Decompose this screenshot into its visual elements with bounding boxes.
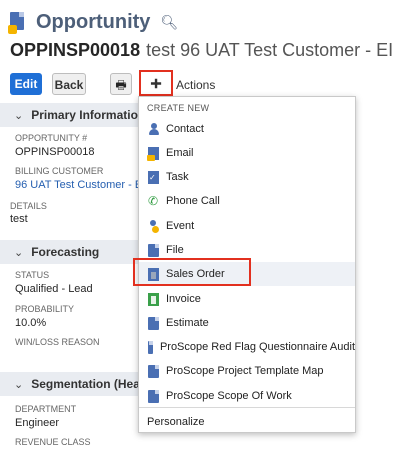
page-title: Opportunity bbox=[36, 10, 151, 33]
menu-divider bbox=[139, 407, 355, 408]
field-value: Qualified - Lead bbox=[15, 283, 93, 295]
menu-item-label: Estimate bbox=[166, 317, 209, 329]
menu-item-label: Invoice bbox=[166, 293, 201, 305]
create-new-button[interactable]: ➕︎ bbox=[139, 70, 173, 96]
section-title: Primary Information bbox=[31, 108, 146, 122]
menu-item-invoice[interactable]: Invoice bbox=[139, 287, 355, 311]
file-icon bbox=[148, 243, 159, 257]
menu-item-task[interactable]: Task bbox=[139, 165, 355, 189]
menu-item-label: Task bbox=[166, 171, 189, 183]
menu-item-label: Phone Call bbox=[166, 195, 220, 207]
field-label: BILLING CUSTOMER bbox=[15, 166, 104, 176]
menu-item-email[interactable]: Email bbox=[139, 141, 355, 165]
menu-item-label: File bbox=[166, 244, 184, 256]
billing-customer-link[interactable]: 96 UAT Test Customer - EM bbox=[15, 179, 151, 191]
estimate-icon bbox=[148, 316, 159, 330]
task-icon bbox=[148, 170, 159, 184]
back-button[interactable]: Back bbox=[52, 73, 86, 95]
section-forecasting[interactable]: ⌄ Forecasting bbox=[0, 240, 140, 264]
document-icon bbox=[148, 364, 159, 378]
field-value: Engineer bbox=[15, 417, 60, 429]
field-label: PROBABILITY bbox=[15, 304, 75, 314]
field-label: WIN/LOSS REASON bbox=[15, 337, 100, 347]
section-segmentation[interactable]: ⌄ Segmentation (Heade bbox=[0, 372, 154, 396]
document-icon bbox=[148, 340, 153, 354]
menu-item-label: ProScope Project Template Map bbox=[166, 365, 324, 377]
chevron-down-icon: ⌄ bbox=[14, 246, 24, 259]
field-value: OPPINSP00018 bbox=[15, 146, 95, 158]
field-label: DEPARTMENT bbox=[15, 404, 77, 414]
field-value: 10.0% bbox=[15, 317, 47, 329]
search-icon[interactable]: 🔍︎ bbox=[160, 14, 178, 31]
record-title: OPPINSP00018 test 96 UAT Test Customer - … bbox=[10, 40, 393, 61]
field-label: STATUS bbox=[15, 270, 50, 280]
field-label: REVENUE CLASS bbox=[15, 437, 91, 447]
section-title: Forecasting bbox=[31, 245, 100, 259]
menu-item-proscope-red-flag[interactable]: ProScope Red Flag Questionnaire Audit bbox=[139, 335, 355, 359]
personalize-link[interactable]: Personalize bbox=[147, 416, 204, 428]
edit-button[interactable]: Edit bbox=[10, 73, 42, 95]
printer-icon[interactable]: 🖶︎ bbox=[110, 73, 132, 95]
field-value: test bbox=[10, 213, 28, 225]
sales-order-highlight bbox=[133, 258, 251, 286]
menu-item-contact[interactable]: Contact bbox=[139, 117, 355, 141]
menu-item-label: Contact bbox=[166, 123, 204, 135]
menu-item-label: Event bbox=[166, 220, 195, 232]
field-label: DETAILS bbox=[10, 201, 47, 211]
menu-item-label: ProScope Red Flag Questionnaire Audit bbox=[159, 341, 355, 353]
section-title: Segmentation (Heade bbox=[31, 377, 154, 391]
menu-item-label: Email bbox=[166, 147, 194, 159]
page-header: Opportunity 🔍︎ bbox=[8, 8, 178, 36]
field-label: OPPORTUNITY # bbox=[15, 133, 88, 143]
menu-item-estimate[interactable]: Estimate bbox=[139, 311, 355, 335]
add-document-icon: ➕︎ bbox=[150, 74, 162, 91]
record-id: OPPINSP00018 bbox=[10, 40, 141, 60]
menu-item-event[interactable]: Event bbox=[139, 214, 355, 238]
record-name: test 96 UAT Test Customer - EI bbox=[146, 40, 394, 60]
menu-item-phone-call[interactable]: ✆ Phone Call bbox=[139, 189, 355, 213]
event-icon bbox=[148, 219, 159, 233]
menu-item-label: ProScope Scope Of Work bbox=[166, 390, 292, 402]
email-icon bbox=[147, 146, 159, 161]
contact-icon bbox=[148, 122, 159, 136]
invoice-icon bbox=[148, 292, 159, 306]
menu-header: CREATE NEW bbox=[147, 103, 210, 113]
phone-icon: ✆ bbox=[148, 193, 159, 208]
document-icon bbox=[148, 389, 159, 403]
chevron-down-icon: ⌄ bbox=[14, 378, 24, 391]
menu-item-proscope-scope-of-work[interactable]: ProScope Scope Of Work bbox=[139, 384, 355, 408]
chevron-down-icon: ⌄ bbox=[14, 109, 24, 122]
menu-item-proscope-template-map[interactable]: ProScope Project Template Map bbox=[139, 359, 355, 383]
actions-menu[interactable]: Actions bbox=[176, 78, 215, 92]
opportunity-record-icon bbox=[8, 12, 26, 34]
section-primary-information[interactable]: ⌄ Primary Information bbox=[0, 103, 145, 127]
